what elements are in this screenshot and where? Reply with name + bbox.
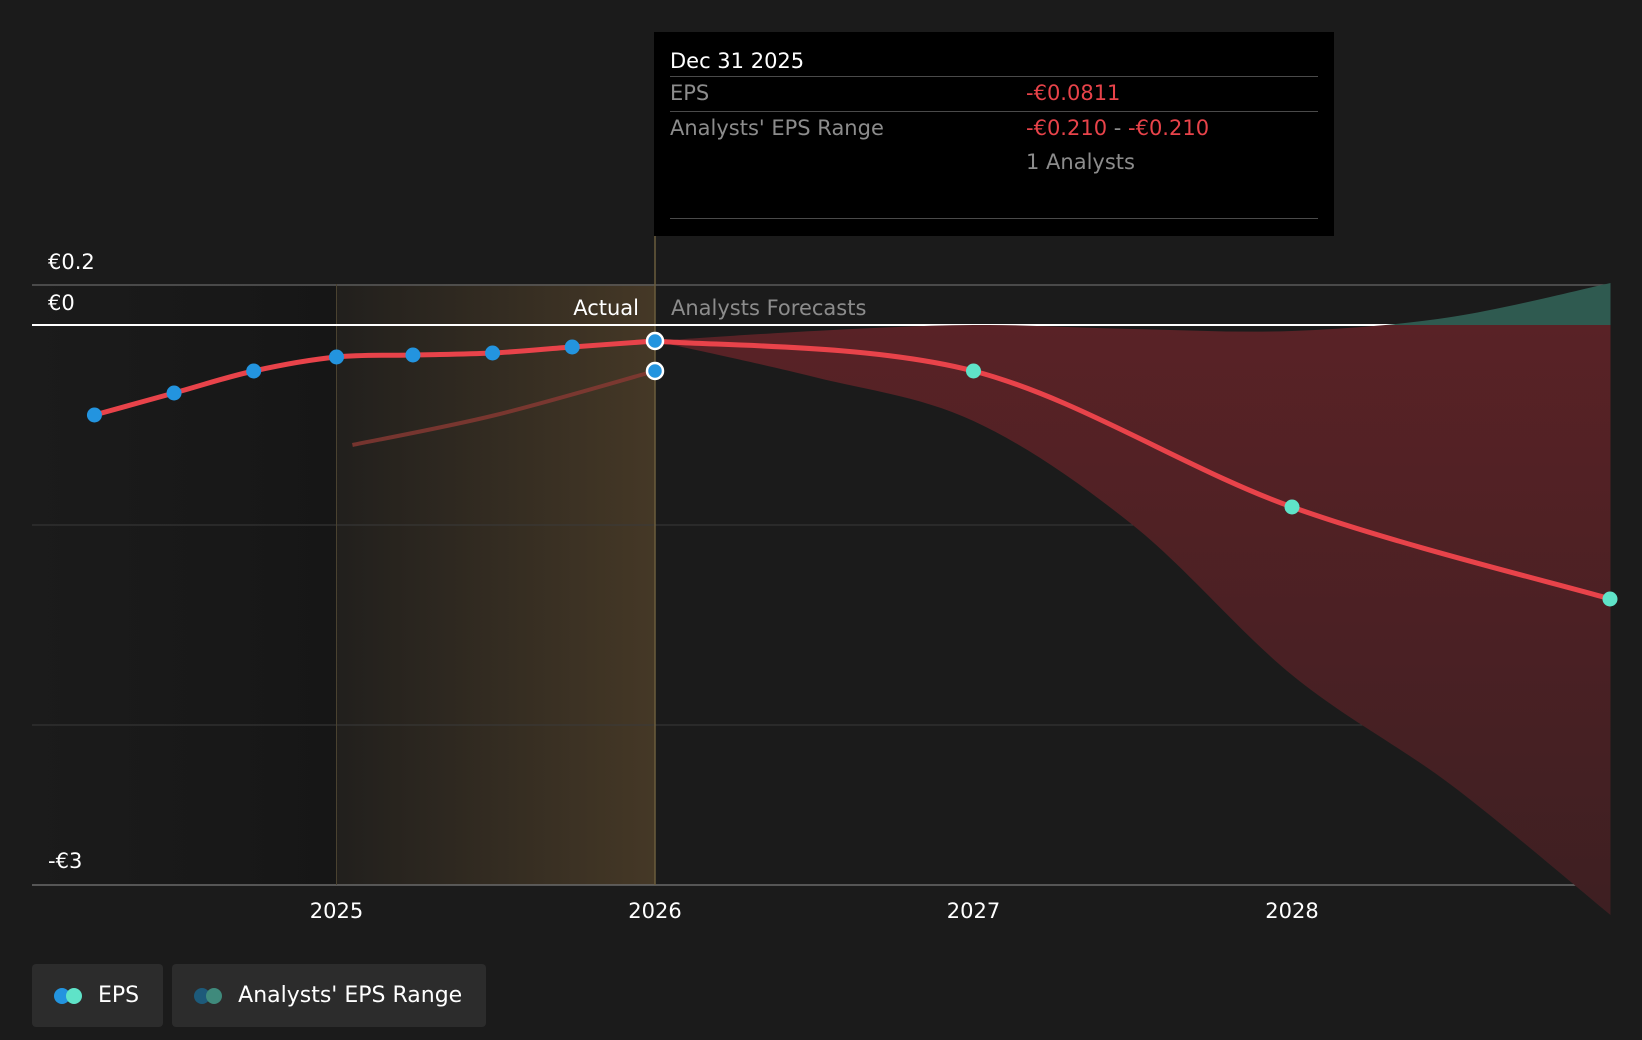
eps-actual-point [405, 347, 421, 363]
forecast-label: Analysts Forecasts [671, 296, 866, 320]
forecast-range-negative [655, 325, 1611, 915]
actual-band [336, 284, 655, 885]
eps-actual-point [329, 349, 344, 365]
eps-forecast-point [966, 363, 981, 379]
tooltip-eps-label: EPS [670, 81, 710, 105]
tooltip-range-label: Analysts' EPS Range [670, 116, 884, 140]
tooltip-analysts: 1 Analysts [1026, 150, 1135, 174]
tooltip-analysts-row: 1 Analysts [670, 146, 1318, 180]
legend-range-swatch [194, 987, 224, 1005]
tooltip-range-high: -€0.210 [1128, 116, 1210, 140]
x-tick-label: 2028 [1265, 899, 1318, 923]
legend-eps-swatch [54, 987, 84, 1005]
tooltip-divider [670, 218, 1318, 219]
actual-label: Actual [573, 296, 639, 320]
tooltip-range-separator: - [1107, 116, 1128, 140]
highlight-estimate-point [645, 361, 665, 381]
eps-actual-point [86, 407, 102, 423]
tooltip-range-row: Analysts' EPS Range -€0.210 - -€0.210 [670, 111, 1318, 146]
legend: EPS Analysts' EPS Range [32, 964, 487, 1027]
eps-actual-point [485, 345, 501, 361]
x-tick-label: 2026 [628, 899, 681, 923]
eps-actual-point [564, 339, 580, 355]
legend-range-dot-b [206, 987, 223, 1004]
y-tick-label: €0 [48, 291, 75, 315]
y-tick-label: €0.2 [48, 250, 95, 274]
eps-forecast-point [1284, 499, 1300, 515]
legend-range-label: Analysts' EPS Range [238, 983, 463, 1008]
eps-actual-point [166, 385, 182, 401]
tooltip-date: Dec 31 2025 [670, 49, 805, 73]
eps-forecast-point [1602, 591, 1618, 607]
y-tick-label: -€3 [48, 849, 82, 873]
highlight-eps-point [645, 331, 665, 351]
tooltip-eps-row: EPS -€0.0811 [670, 76, 1318, 111]
tooltip: Dec 31 2025 EPS -€0.0811 Analysts' EPS R… [654, 32, 1334, 236]
tooltip-range-low: -€0.210 [1026, 116, 1108, 140]
x-tick-label: 2027 [947, 899, 1000, 923]
eps-actual-point [246, 363, 262, 379]
legend-eps[interactable]: EPS [32, 964, 164, 1027]
legend-eps-label: EPS [98, 983, 140, 1008]
past-shade [32, 284, 337, 885]
legend-eps-range[interactable]: Analysts' EPS Range [172, 964, 487, 1027]
legend-eps-dot-forecast [66, 987, 82, 1004]
tooltip-eps-value: -€0.0811 [1026, 81, 1121, 105]
x-tick-label: 2025 [310, 899, 363, 923]
